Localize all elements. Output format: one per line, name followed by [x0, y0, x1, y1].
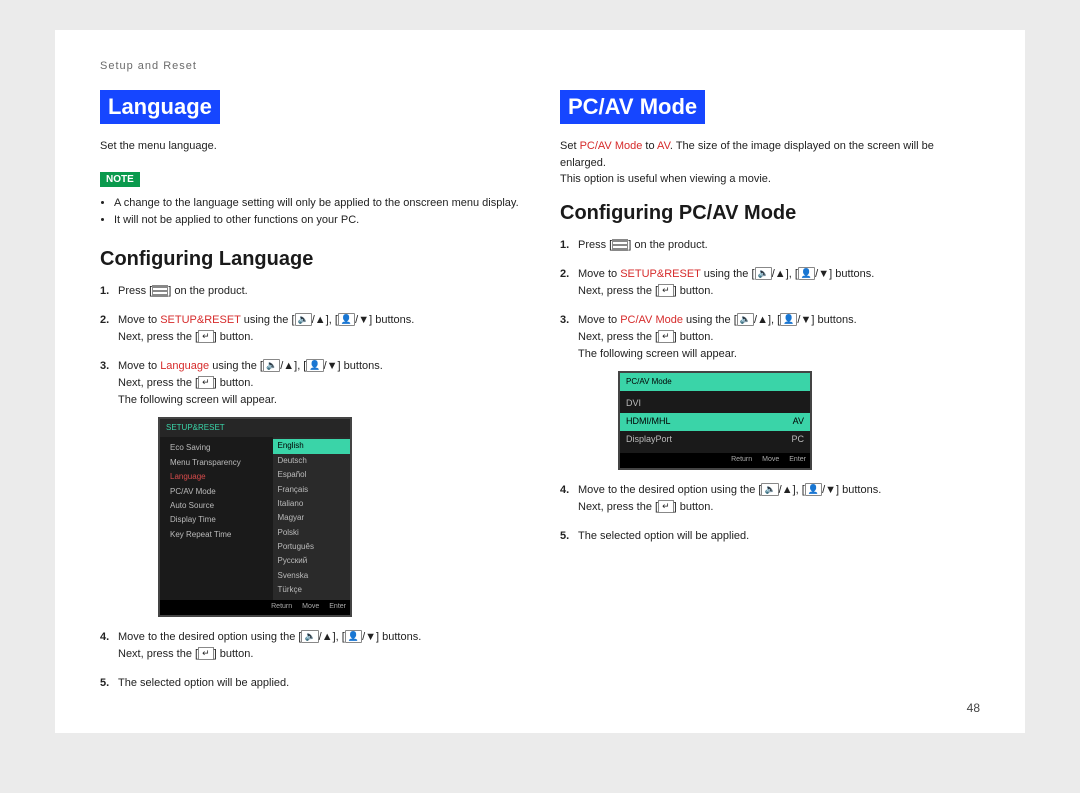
osd-header: SETUP&RESET: [160, 419, 350, 437]
left-column: Language Set the menu language. NOTE A c…: [100, 90, 520, 704]
enter-icon: [658, 500, 674, 513]
subheading-configuring-pcav: Configuring PC/AV Mode: [560, 202, 980, 225]
menu-icon: [152, 285, 168, 297]
up-arrow-icon: [775, 268, 786, 280]
osd-footer: Return Move Enter: [160, 600, 350, 615]
breadcrumb: Setup and Reset: [100, 60, 980, 72]
step-item: Move to SETUP&RESET using the [/], [/] b…: [100, 312, 520, 346]
step-item: Press [] on the product.: [560, 237, 980, 254]
volume-icon: [737, 313, 754, 326]
step-item: Move to the desired option using the [/]…: [100, 629, 520, 663]
down-arrow-icon: [365, 631, 376, 643]
step-item: Press [] on the product.: [100, 283, 520, 300]
enter-icon: [198, 376, 214, 389]
down-arrow-icon: [800, 314, 811, 326]
intro-text: Set the menu language.: [100, 138, 520, 155]
step-item: The selected option will be applied.: [560, 528, 980, 545]
volume-icon: [755, 267, 772, 280]
note-item: It will not be applied to other function…: [114, 212, 520, 230]
osd-left-list: Eco Saving Menu Transparency Language PC…: [160, 437, 273, 599]
osd-row-highlighted: HDMI/MHL AV: [620, 413, 810, 431]
down-arrow-icon: [818, 268, 829, 280]
note-item: A change to the language setting will on…: [114, 195, 520, 213]
osd-screenshot-pcav: PC/AV Mode DVI HDMI/MHL AV Disp: [618, 371, 812, 470]
person-icon: [798, 267, 815, 280]
up-arrow-icon: [283, 360, 294, 372]
steps-list: Press [] on the product. Move to SETUP&R…: [100, 283, 520, 692]
manual-page: Setup and Reset Language Set the menu la…: [55, 30, 1025, 733]
volume-icon: [301, 630, 318, 643]
accent-text: AV: [657, 140, 670, 152]
person-icon: [345, 630, 362, 643]
enter-icon: [658, 284, 674, 297]
step-item: Move to SETUP&RESET using the [/], [/] b…: [560, 266, 980, 300]
volume-icon: [761, 483, 778, 496]
osd-right-list: English Deutsch Español Français Italian…: [273, 437, 350, 599]
up-arrow-icon: [322, 631, 333, 643]
accent-text: SETUP&RESET: [620, 268, 701, 280]
down-arrow-icon: [825, 484, 836, 496]
up-arrow-icon: [315, 314, 326, 326]
person-icon: [306, 359, 323, 372]
enter-icon: [198, 330, 214, 343]
enter-icon: [658, 330, 674, 343]
down-arrow-icon: [327, 360, 338, 372]
osd-footer: Return Move Enter: [620, 453, 810, 468]
steps-list: Press [] on the product. Move to SETUP&R…: [560, 237, 980, 545]
right-column: PC/AV Mode Set PC/AV Mode to AV. The siz…: [560, 90, 980, 704]
person-icon: [805, 483, 822, 496]
two-column-layout: Language Set the menu language. NOTE A c…: [100, 90, 980, 704]
osd-header: PC/AV Mode: [620, 373, 810, 391]
step-item: The selected option will be applied.: [100, 675, 520, 692]
step-item: Move to the desired option using the [/]…: [560, 482, 980, 516]
volume-icon: [295, 313, 312, 326]
up-arrow-icon: [757, 314, 768, 326]
page-number: 48: [967, 701, 980, 715]
accent-text: PC/AV Mode: [580, 140, 643, 152]
volume-icon: [263, 359, 280, 372]
person-icon: [338, 313, 355, 326]
enter-icon: [198, 647, 214, 660]
down-arrow-icon: [358, 314, 369, 326]
osd-row: DisplayPort PC: [626, 431, 804, 449]
accent-text: Language: [160, 360, 209, 372]
accent-text: SETUP&RESET: [160, 314, 241, 326]
osd-row: DVI: [626, 395, 804, 413]
subheading-configuring-language: Configuring Language: [100, 248, 520, 271]
person-icon: [780, 313, 797, 326]
intro-text: Set PC/AV Mode to AV. The size of the im…: [560, 138, 980, 188]
section-title-language: Language: [100, 90, 220, 124]
osd-screenshot-language: SETUP&RESET Eco Saving Menu Transparency…: [158, 417, 352, 617]
up-arrow-icon: [782, 484, 793, 496]
step-item: Move to PC/AV Mode using the [/], [/] bu…: [560, 312, 980, 470]
note-list: A change to the language setting will on…: [100, 195, 520, 230]
menu-icon: [612, 239, 628, 251]
accent-text: PC/AV Mode: [620, 314, 683, 326]
section-title-pcav: PC/AV Mode: [560, 90, 705, 124]
step-item: Move to Language using the [/], [/] butt…: [100, 358, 520, 617]
note-badge: NOTE: [100, 172, 140, 187]
